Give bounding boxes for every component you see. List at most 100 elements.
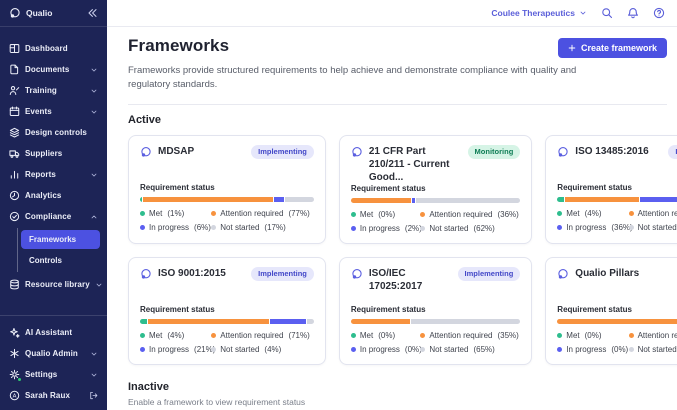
sidebar-subitem-controls[interactable]: Controls (21, 251, 100, 270)
bar-segment-attention-required (565, 196, 640, 202)
requirement-status-label: Requirement status (140, 304, 215, 314)
legend-dot (420, 211, 426, 217)
sidebar-item-suppliers[interactable]: Suppliers (0, 143, 107, 164)
framework-title: ISO 13485:2016 (575, 145, 649, 157)
chevron-down-icon (95, 281, 103, 289)
database-icon (9, 279, 20, 290)
app-name: Qualio (26, 8, 53, 18)
plus-icon (568, 44, 576, 52)
legend-dot (628, 210, 634, 216)
legend-item: In progress (0%) (350, 345, 422, 354)
legend-item: Met (1%) (140, 209, 211, 218)
logout-icon[interactable] (89, 391, 98, 400)
legend-dot (140, 210, 145, 216)
framework-card[interactable]: ISO 13485:2016 Implementing Requirement … (545, 134, 677, 244)
sidebar-item-ai-assistant[interactable]: AI Assistant (0, 322, 107, 343)
requirement-status-legend: Met (1%) Attention required (77%) In pro… (140, 209, 314, 232)
legend-dot (557, 210, 563, 216)
bar-segment-not-started (307, 318, 314, 324)
search-icon[interactable] (601, 7, 613, 19)
legend-dot (350, 225, 356, 231)
bar-segment-in-progress (273, 196, 285, 202)
legend-dot (628, 332, 634, 338)
requirement-status-legend: Met (4%) Attention required (71%) In pro… (140, 331, 314, 354)
org-name: Coulee Therapeutics (491, 8, 575, 18)
qualio-framework-icon (351, 268, 363, 280)
legend-dot (140, 346, 145, 352)
status-badge: Implementing (251, 144, 314, 159)
framework-card[interactable]: Qualio Pillars Monitoring Requirement st… (545, 256, 677, 365)
analytics-icon (9, 190, 20, 201)
requirement-status-label: Requirement status (350, 183, 426, 193)
legend-dot (211, 346, 217, 352)
legend-item: Met (0%) (557, 331, 628, 340)
svg-text:A: A (13, 393, 17, 399)
sidebar-item-compliance[interactable]: Compliance (0, 206, 107, 227)
requirement-status-legend: Met (0%) Attention required (100%) In pr… (557, 331, 677, 354)
framework-card[interactable]: 21 CFR Part 210/211 - Current Good... Mo… (338, 134, 533, 244)
legend-dot (420, 225, 426, 231)
legend-dot (140, 224, 145, 230)
chevron-down-icon (90, 66, 98, 74)
sidebar-user-sarah-raux-label: Sarah Raux (25, 391, 71, 400)
legend-item: In progress (0%) (557, 345, 628, 354)
framework-title: MDSAP (158, 145, 195, 157)
legend-dot (211, 210, 217, 216)
requirement-status-bar (140, 196, 314, 202)
content-column: Coulee Therapeutics Frameworks Create fr… (107, 0, 677, 410)
org-switcher[interactable]: Coulee Therapeutics (491, 8, 587, 18)
sidebar-item-training[interactable]: Training (0, 80, 107, 101)
legend-item: Not started (62%) (420, 224, 520, 233)
framework-title: 21 CFR Part 210/211 - Current Good... (368, 145, 450, 183)
framework-card[interactable]: ISO/IEC 17025:2017 Implementing Requirem… (338, 256, 533, 365)
gear-icon (9, 369, 21, 381)
chevron-down-icon (579, 9, 587, 17)
sidebar-user-sarah-raux[interactable]: A Sarah Raux (0, 385, 107, 406)
document-icon (9, 64, 20, 75)
sidebar-item-settings[interactable]: Settings (0, 364, 107, 385)
bar-segment-attention-required (557, 318, 677, 324)
inactive-section: Inactive Enable a framework to view requ… (128, 381, 667, 410)
requirement-status-bar (140, 318, 314, 324)
legend-dot (140, 332, 145, 338)
sidebar-item-reports[interactable]: Reports (0, 164, 107, 185)
sidebar-item-analytics[interactable]: Analytics (0, 185, 107, 206)
chevron-down-icon (90, 371, 98, 379)
framework-title: Qualio Pillars (575, 267, 640, 279)
create-framework-button[interactable]: Create framework (557, 38, 667, 58)
help-icon[interactable] (653, 7, 665, 19)
qualio-framework-icon (557, 268, 569, 280)
legend-item: In progress (6%) (140, 223, 211, 232)
sidebar-item-qualio-admin[interactable]: Qualio Admin (0, 343, 107, 364)
sidebar-item-documents-label: Documents (25, 65, 70, 74)
compliance-icon (9, 211, 20, 222)
framework-card[interactable]: ISO 9001:2015 Implementing Requirement s… (128, 256, 326, 365)
inactive-heading: Inactive (128, 380, 169, 393)
sidebar-item-analytics-label: Analytics (25, 191, 62, 200)
bar-segment-met (140, 318, 147, 324)
legend-item: Met (4%) (140, 331, 211, 340)
requirement-status-label: Requirement status (557, 304, 632, 314)
sidebar-item-ai-assistant-label: AI Assistant (25, 328, 73, 337)
sidebar-item-dashboard[interactable]: Dashboard (0, 38, 107, 59)
sidebar-item-resource-library[interactable]: Resource library (0, 274, 107, 295)
bar-segment-not-started (416, 197, 521, 203)
legend-dot (557, 346, 563, 352)
requirement-status-label: Requirement status (140, 182, 215, 192)
sidebar-item-dashboard-label: Dashboard (25, 44, 68, 53)
sidebar-subitem-frameworks[interactable]: Frameworks (21, 230, 100, 249)
bell-icon[interactable] (627, 7, 639, 19)
sidebar-item-events[interactable]: Events (0, 101, 107, 122)
sidebar-item-design-controls[interactable]: Design controls (0, 122, 107, 143)
sidebar-item-training-label: Training (25, 86, 57, 95)
compliance-submenu: Frameworks Controls (17, 228, 107, 272)
sidebar-item-documents[interactable]: Documents (0, 59, 107, 80)
legend-dot (420, 332, 426, 338)
legend-item: Attention required (36%) (420, 210, 520, 219)
sidebar-logo-row: Qualio (0, 0, 107, 27)
chevron-down-icon (90, 87, 98, 95)
create-framework-label: Create framework (580, 43, 657, 53)
sidebar-item-events-label: Events (25, 107, 52, 116)
framework-card[interactable]: MDSAP Implementing Requirement status Me… (128, 134, 326, 244)
chevrons-left-icon[interactable] (86, 7, 98, 19)
